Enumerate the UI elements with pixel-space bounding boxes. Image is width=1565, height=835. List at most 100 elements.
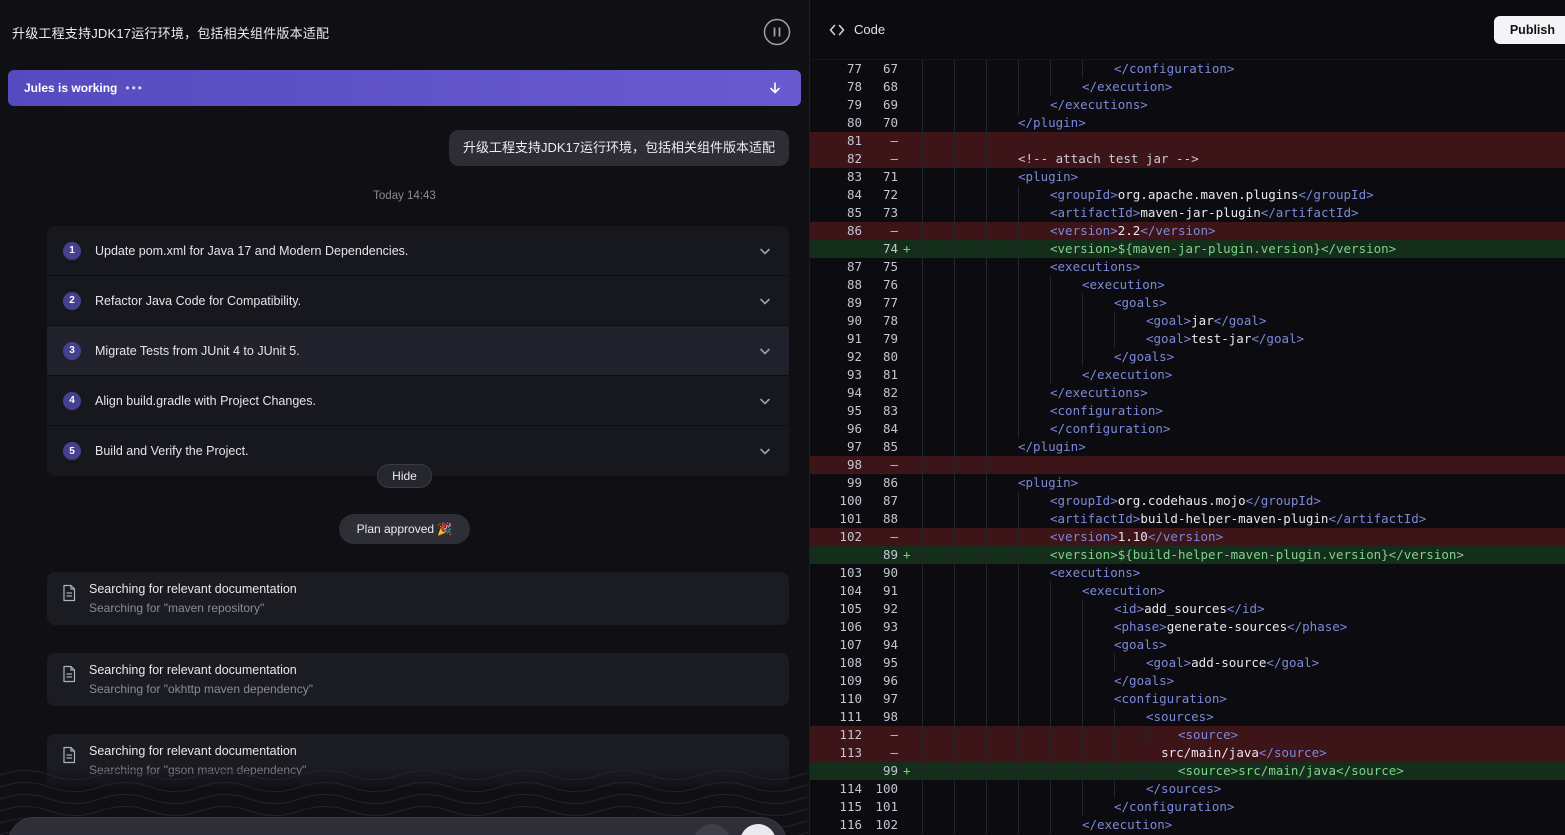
chevron-down-icon (757, 243, 773, 259)
old-line-number: 106 (810, 618, 862, 636)
indent-guide (1050, 654, 1082, 672)
old-line-number: 97 (810, 438, 862, 456)
send-button[interactable] (740, 824, 776, 835)
code-line-text: <executions> (1050, 258, 1140, 276)
new-line-number: — (862, 132, 898, 150)
diff-line: 81— (810, 132, 1565, 150)
indent-guide (954, 150, 986, 168)
indent-guide (1082, 708, 1114, 726)
plan-step-number: 1 (63, 242, 81, 260)
indent-guide (986, 330, 1018, 348)
code-line-text: <execution> (1082, 276, 1165, 294)
pause-icon (762, 17, 792, 47)
diff-line: 8573<artifactId>maven-jar-plugin</artifa… (810, 204, 1565, 222)
scroll-down-button[interactable] (761, 74, 789, 102)
indent-guide (1018, 636, 1050, 654)
indent-guide (922, 186, 954, 204)
code-line-text: <execution> (1082, 582, 1165, 600)
indent-guide (922, 492, 954, 510)
diff-line: 74+<version>${maven-jar-plugin.version}<… (810, 240, 1565, 258)
old-line-number: 99 (810, 474, 862, 492)
indent-guide (954, 222, 986, 240)
input-secondary-button[interactable] (694, 824, 730, 835)
indent-guide (1050, 816, 1082, 834)
indent-guide (1018, 690, 1050, 708)
new-line-number: 74 (862, 240, 898, 258)
new-line-number: 75 (862, 258, 898, 276)
hide-plan-button[interactable]: Hide (377, 464, 432, 488)
indent-guide (1018, 654, 1050, 672)
code-line-text: <artifactId>maven-jar-plugin</artifactId… (1050, 204, 1359, 222)
message-input-bar[interactable] (8, 817, 787, 835)
plan-step-number: 2 (63, 292, 81, 310)
indent-guide (954, 78, 986, 96)
diff-line: 113— src/main/java</source> (810, 744, 1565, 762)
diff-line: 8371<plugin> (810, 168, 1565, 186)
plan-step[interactable]: 4 Align build.gradle with Project Change… (47, 376, 789, 426)
plan-approved-wrap: Plan approved 🎉 (0, 514, 809, 544)
indent-guide (954, 420, 986, 438)
indent-guide (986, 312, 1018, 330)
indent-guide (922, 276, 954, 294)
diff-marker (898, 150, 922, 168)
indent-guide (954, 258, 986, 276)
indent-guide (1018, 366, 1050, 384)
code-line-text: <groupId>org.codehaus.mojo</groupId> (1050, 492, 1321, 510)
publish-button[interactable]: Publish (1494, 16, 1565, 44)
indent-guide (1082, 294, 1114, 312)
diff-marker (898, 258, 922, 276)
indent-guide (986, 78, 1018, 96)
activity-subtitle: Searching for "maven repository" (89, 601, 297, 615)
diff-marker (898, 510, 922, 528)
code-line-text: <phase>generate-sources</phase> (1114, 618, 1347, 636)
new-line-number: 101 (862, 798, 898, 816)
new-line-number: 97 (862, 690, 898, 708)
activity-card[interactable]: Searching for relevant documentation Sea… (47, 653, 789, 706)
plan-step[interactable]: 1 Update pom.xml for Java 17 and Modern … (47, 226, 789, 276)
code-line-text: <goals> (1114, 636, 1167, 654)
diff-line: 10087<groupId>org.codehaus.mojo</groupId… (810, 492, 1565, 510)
arrow-down-icon (767, 80, 783, 96)
pause-button[interactable] (761, 16, 793, 48)
activity-card[interactable]: Searching for relevant documentation Sea… (47, 734, 789, 787)
plan-step-label: Update pom.xml for Java 17 and Modern De… (95, 244, 408, 258)
activity-list: Searching for relevant documentation Sea… (47, 544, 789, 787)
diff-marker (898, 402, 922, 420)
indent-guide (1050, 294, 1082, 312)
new-line-number: 73 (862, 204, 898, 222)
new-line-number: 77 (862, 294, 898, 312)
indent-guide (1050, 780, 1082, 798)
indent-guide (1082, 330, 1114, 348)
new-line-number: 82 (862, 384, 898, 402)
indent-guide (954, 312, 986, 330)
old-line-number: 77 (810, 60, 862, 78)
old-line-number: 114 (810, 780, 862, 798)
indent-guide (954, 96, 986, 114)
activity-card[interactable]: Searching for relevant documentation Sea… (47, 572, 789, 625)
plan-step[interactable]: 2 Refactor Java Code for Compatibility. (47, 276, 789, 326)
plan-step-number: 3 (63, 342, 81, 360)
indent-guide (1018, 546, 1050, 564)
diff-marker (898, 708, 922, 726)
indent-guide (954, 114, 986, 132)
old-line-number: 89 (810, 294, 862, 312)
code-line-text: </plugin> (1018, 114, 1086, 132)
indent-guide (1146, 726, 1178, 744)
diff-line: 9280</goals> (810, 348, 1565, 366)
indent-guide (1018, 348, 1050, 366)
activity-title: Searching for relevant documentation (89, 663, 313, 677)
plan-step[interactable]: 3 Migrate Tests from JUnit 4 to JUnit 5. (47, 326, 789, 376)
indent-guide (954, 474, 986, 492)
indent-guide (986, 654, 1018, 672)
diff-viewport[interactable]: 7767</configuration>7868</execution>7969… (810, 60, 1565, 835)
indent-guide (986, 582, 1018, 600)
chat-panel: 升级工程支持JDK17运行环境，包括相关组件版本适配 Jules is work… (0, 0, 810, 835)
diff-line: 7969</executions> (810, 96, 1565, 114)
code-line-text: <configuration> (1050, 402, 1163, 420)
indent-guide (1082, 348, 1114, 366)
indent-guide (1082, 672, 1114, 690)
indent-guide (954, 294, 986, 312)
indent-guide (986, 204, 1018, 222)
new-line-number: 70 (862, 114, 898, 132)
diff-line: 115101</configuration> (810, 798, 1565, 816)
